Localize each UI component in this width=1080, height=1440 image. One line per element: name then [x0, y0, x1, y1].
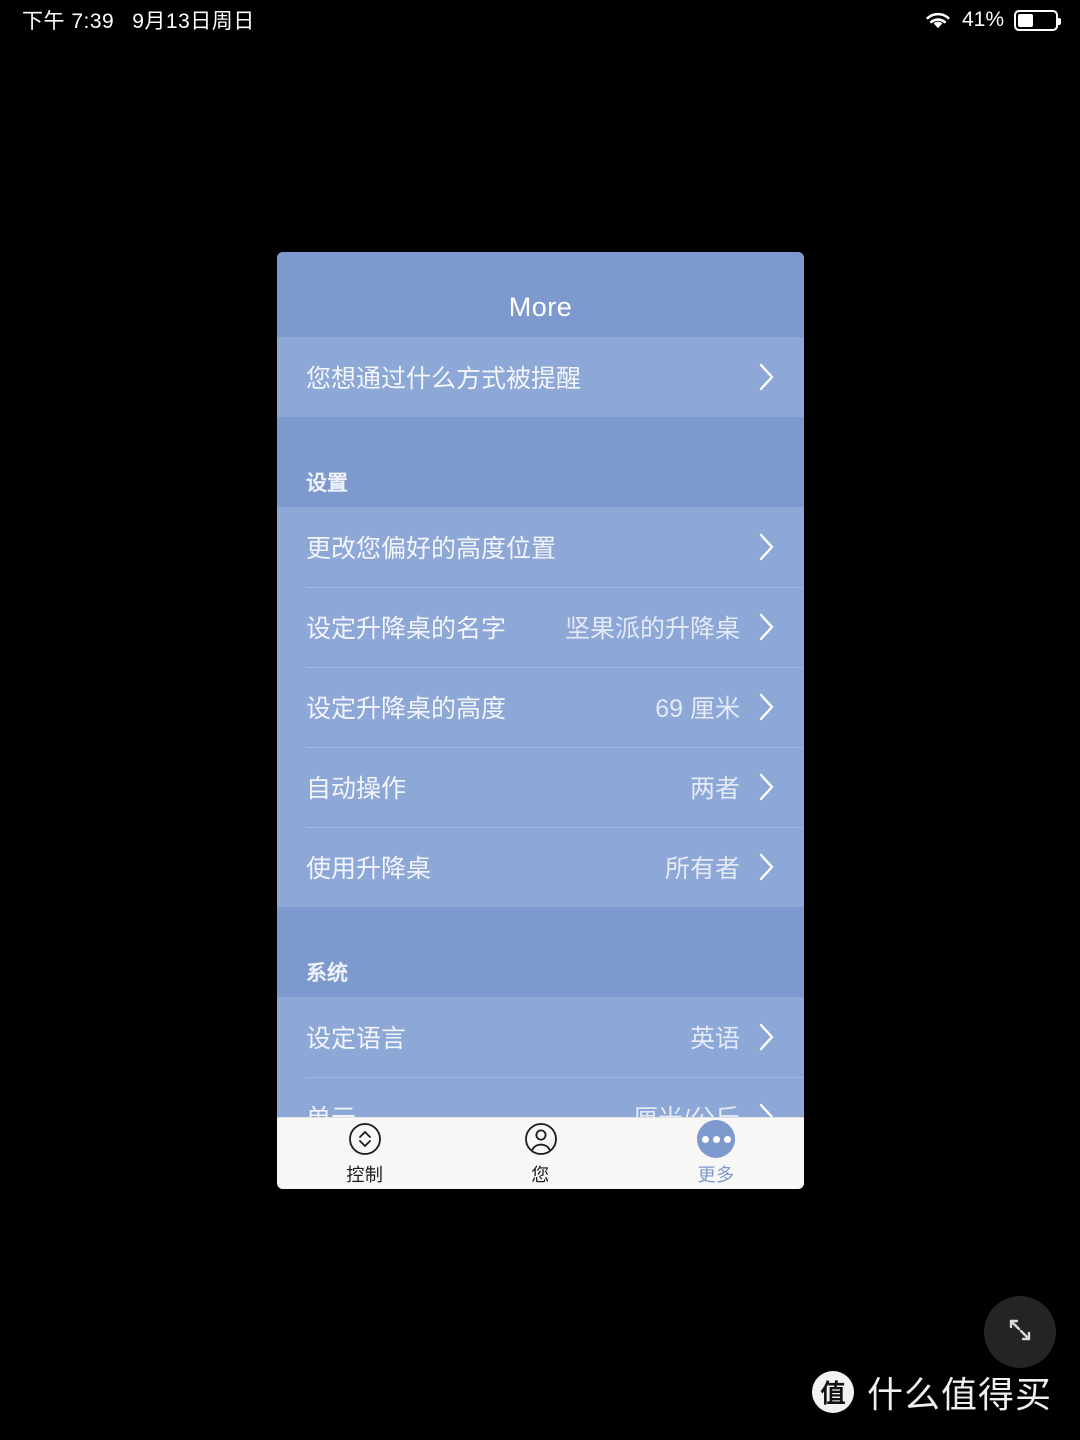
- up-down-arrows-circle-icon: [346, 1120, 384, 1158]
- list-item-units[interactable]: 单元 厘米/公斤: [277, 1077, 804, 1117]
- list-item-value: 英语: [689, 1025, 740, 1053]
- chevron-right-icon: [758, 1102, 776, 1117]
- app-window: More 您想通过什么方式被提醒 设置 更改您偏好的高度位置 设定升降桌的名字 …: [277, 252, 804, 1189]
- section-header-system: 系统: [277, 927, 804, 997]
- tab-label: 您: [531, 1165, 550, 1185]
- list-item-desk-usage[interactable]: 使用升降桌 所有者: [277, 827, 804, 907]
- tab-control[interactable]: 控制: [277, 1120, 453, 1187]
- list-item-label: 更改您偏好的高度位置: [306, 535, 557, 563]
- list-item-label: 使用升降桌: [306, 855, 432, 883]
- status-time: 下午 7:39: [22, 10, 115, 33]
- status-bar-left: 下午 7:39 9月13日周日: [22, 5, 255, 35]
- list-item-language[interactable]: 设定语言 英语: [277, 997, 804, 1077]
- list-item-value: 两者: [689, 775, 740, 803]
- settings-scroll-area[interactable]: 您想通过什么方式被提醒 设置 更改您偏好的高度位置 设定升降桌的名字 坚果派的升…: [277, 337, 804, 1117]
- watermark: 值 什么值得买: [811, 1366, 1052, 1418]
- list-item-value: 坚果派的升降桌: [564, 615, 740, 643]
- list-item-value: 所有者: [664, 855, 740, 883]
- dot: [701, 1135, 709, 1143]
- list-item-auto-operation[interactable]: 自动操作 两者: [277, 747, 804, 827]
- chevron-right-icon: [758, 772, 776, 802]
- more-dots-circle-icon: [697, 1120, 736, 1158]
- tab-you[interactable]: 您: [453, 1120, 629, 1187]
- tab-more[interactable]: 更多: [628, 1120, 804, 1187]
- watermark-logo: 值: [811, 1371, 854, 1413]
- app-header: More: [277, 252, 804, 337]
- list-item-desk-height[interactable]: 设定升降桌的高度 69 厘米: [277, 667, 804, 747]
- battery-fill: [1018, 13, 1033, 27]
- tab-label: 控制: [346, 1165, 384, 1185]
- person-circle-icon: [522, 1120, 560, 1158]
- list-item-label: 设定升降桌的高度: [306, 695, 507, 723]
- bottom-tab-bar: 控制 您 更多: [277, 1117, 804, 1189]
- chevron-right-icon: [758, 852, 776, 882]
- expand-fullscreen-button[interactable]: [984, 1296, 1056, 1368]
- list-item-label: 设定语言: [306, 1025, 407, 1053]
- chevron-right-icon: [758, 1022, 776, 1052]
- list-item-label: 设定升降桌的名字: [306, 615, 507, 643]
- list-item-label: 您想通过什么方式被提醒: [306, 365, 582, 393]
- list-item-reminder-method[interactable]: 您想通过什么方式被提醒: [277, 337, 804, 417]
- dot: [712, 1135, 720, 1143]
- expand-fullscreen-icon: [1002, 1312, 1038, 1353]
- list-item-label: 单元: [306, 1099, 633, 1117]
- list-item-value: 厘米/公斤: [633, 1099, 740, 1117]
- section-header-settings: 设置: [277, 437, 804, 507]
- battery-icon: [1014, 9, 1061, 31]
- section-label: 设置: [306, 472, 348, 495]
- chevron-right-icon: [758, 692, 776, 722]
- dot: [723, 1135, 731, 1143]
- wifi-icon: [924, 10, 952, 31]
- list-item-desk-name[interactable]: 设定升降桌的名字 坚果派的升降桌: [277, 587, 804, 667]
- watermark-text: 什么值得买: [866, 1374, 1052, 1415]
- page-title: More: [508, 292, 573, 322]
- tab-label: 更多: [697, 1165, 735, 1185]
- status-date: 9月13日周日: [132, 10, 255, 33]
- status-bar: 下午 7:39 9月13日周日 41%: [0, 0, 1080, 40]
- chevron-right-icon: [758, 532, 776, 562]
- status-bar-right: 41%: [924, 8, 1061, 32]
- list-item-value: 69 厘米: [655, 695, 740, 723]
- section-label: 系统: [306, 962, 348, 985]
- battery-percent: 41%: [961, 8, 1004, 31]
- section-gap: [277, 907, 804, 927]
- chevron-right-icon: [758, 612, 776, 642]
- section-gap: [277, 417, 804, 437]
- list-item-preferred-height[interactable]: 更改您偏好的高度位置: [277, 507, 804, 587]
- list-item-label: 自动操作: [306, 775, 407, 803]
- chevron-right-icon: [758, 362, 776, 392]
